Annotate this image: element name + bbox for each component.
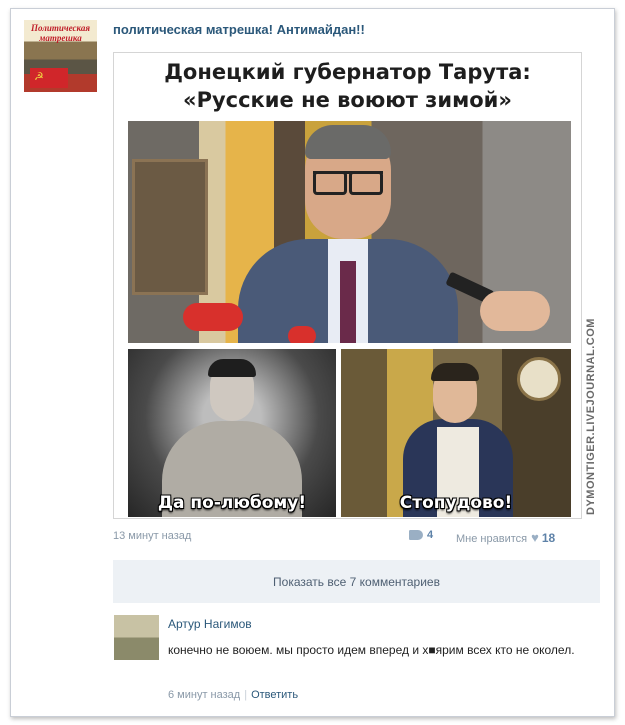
- share-button[interactable]: 4: [409, 529, 433, 541]
- post-timestamp[interactable]: 13 минут назад: [113, 530, 191, 542]
- watermark: DYMONTIGER.LIVEJOURNAL.COM: [585, 275, 599, 515]
- comment-meta: 6 минут назад | Ответить: [168, 689, 298, 701]
- microphone-icon: [183, 303, 243, 331]
- heart-icon: ♥: [531, 530, 539, 545]
- glasses-icon: [313, 171, 383, 195]
- group-avatar-logo: Политическая матрешка: [31, 23, 90, 43]
- like-button[interactable]: Мне нравится ♥ 18: [456, 530, 555, 545]
- image-headline: Донецкий губернатор Тарута: «Русские не …: [114, 58, 581, 114]
- like-count: 18: [541, 531, 556, 545]
- governor-photo: [128, 121, 571, 343]
- tie: [340, 261, 356, 343]
- like-label: Мне нравится: [456, 533, 528, 545]
- image-headline-line2: «Русские не воюют зимой»: [183, 88, 512, 112]
- right-photo: Стопудово!: [341, 349, 571, 517]
- post-image[interactable]: Донецкий губернатор Тарута: «Русские не …: [113, 52, 582, 519]
- caption-left: Да по-любому!: [157, 493, 307, 513]
- clock-icon: [517, 357, 561, 401]
- comment-text: конечно не воюем. мы просто идем вперед …: [168, 643, 575, 657]
- show-all-comments-button[interactable]: Показать все 7 комментариев: [113, 560, 600, 603]
- post-meta: 13 минут назад 4 Мне нравится ♥ 18: [113, 529, 591, 545]
- separator: |: [244, 689, 248, 701]
- reply-link[interactable]: Ответить: [251, 689, 298, 701]
- comment-avatar[interactable]: [114, 615, 159, 660]
- watermark-text: DYMONTIGER.LIVEJOURNAL.COM: [585, 318, 597, 515]
- image-headline-line1: Донецкий губернатор Тарута:: [164, 60, 531, 84]
- share-count: 4: [427, 529, 434, 541]
- building-plaque: [132, 159, 208, 295]
- hair: [305, 125, 391, 159]
- left-photo: Да по-любому!: [128, 349, 336, 517]
- comment-timestamp[interactable]: 6 минут назад: [168, 689, 240, 701]
- hair: [431, 363, 479, 381]
- hair: [208, 359, 256, 377]
- soviet-flag-icon: ☭: [30, 68, 68, 88]
- microphone-icon: [288, 326, 316, 343]
- comment-author-link[interactable]: Артур Нагимов: [168, 617, 252, 631]
- caption-right: Стопудово!: [399, 493, 513, 513]
- hand: [480, 291, 550, 331]
- group-name-link[interactable]: политическая матрешка! Антимайдан!!: [113, 22, 365, 37]
- megaphone-icon: [409, 530, 423, 541]
- group-avatar[interactable]: Политическая матрешка ☭: [24, 20, 97, 92]
